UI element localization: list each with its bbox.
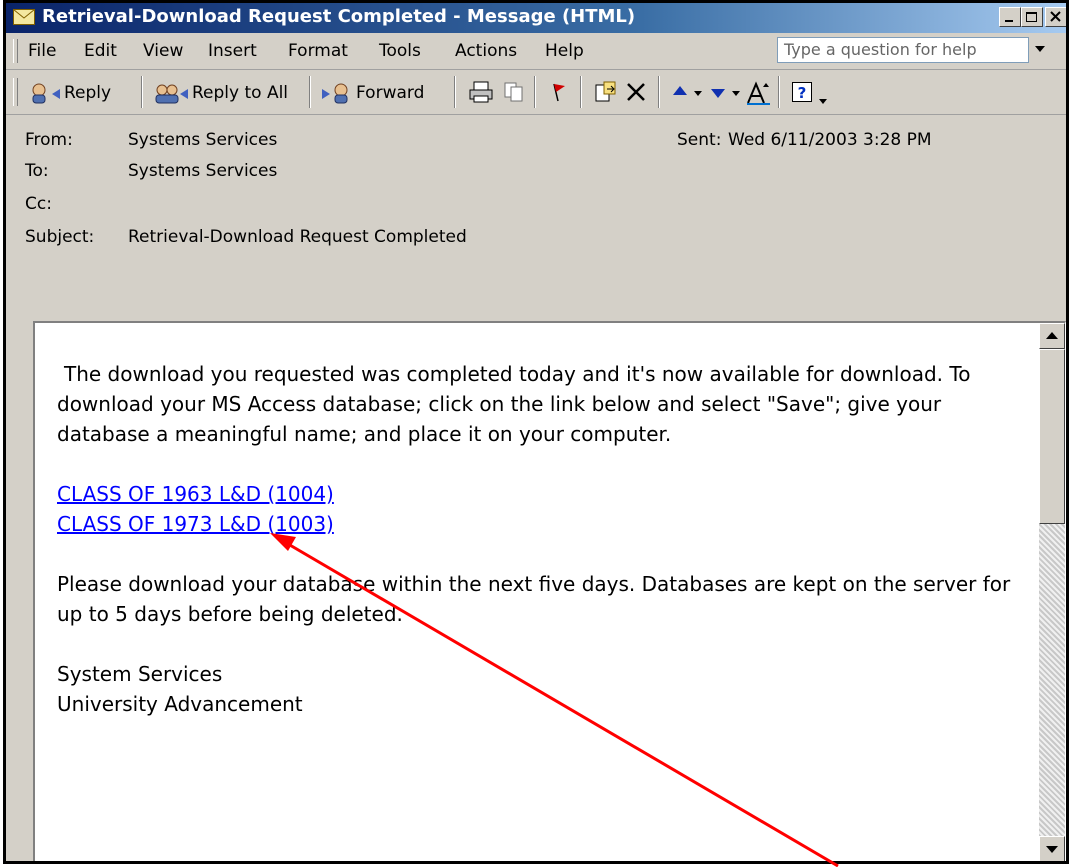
cc-label: Cc: (25, 194, 52, 214)
font-size-icon[interactable] (746, 80, 772, 106)
message-body[interactable]: The download you requested was completed… (33, 321, 1066, 861)
delete-icon[interactable] (624, 80, 648, 104)
standard-toolbar: Reply Reply to All Forward ? (6, 70, 1066, 115)
menu-view[interactable]: View (143, 41, 183, 61)
scroll-down-icon (1046, 846, 1058, 853)
scroll-thumb[interactable] (1039, 349, 1065, 524)
title-bar[interactable]: Retrieval-Download Request Completed - M… (6, 3, 1066, 33)
svg-text:?: ? (798, 84, 807, 102)
menu-edit[interactable]: Edit (84, 41, 117, 61)
move-to-folder-icon[interactable] (593, 80, 619, 104)
to-label: To: (25, 161, 49, 181)
previous-item-icon[interactable] (671, 80, 689, 104)
reply-icon (32, 83, 60, 104)
toolbar-separator (534, 76, 536, 108)
menu-file[interactable]: File (28, 41, 56, 61)
from-value[interactable]: Systems Services (128, 130, 277, 150)
from-label: From: (25, 130, 73, 150)
vertical-scrollbar[interactable] (1039, 323, 1065, 861)
help-placeholder: Type a question for help (784, 40, 977, 59)
subject-label: Subject: (25, 227, 95, 247)
menu-format[interactable]: Format (288, 41, 348, 61)
toolbar-grip[interactable] (13, 78, 18, 106)
subject-value: Retrieval-Download Request Completed (128, 227, 467, 247)
forward-button[interactable]: Forward (320, 80, 424, 106)
message-header: From: Systems Services To: Systems Servi… (6, 115, 1066, 313)
sent-value: Wed 6/11/2003 3:28 PM (728, 130, 932, 150)
signature-line-2: University Advancement (57, 692, 303, 716)
menu-insert[interactable]: Insert (208, 41, 257, 61)
reply-label: Reply (64, 83, 112, 103)
download-link-1973[interactable]: CLASS OF 1973 L&D (1003) (57, 512, 334, 536)
menu-actions[interactable]: Actions (455, 41, 517, 61)
body-paragraph-intro: The download you requested was completed… (57, 362, 971, 446)
close-button[interactable] (1045, 7, 1066, 27)
toolbar-options-icon[interactable] (819, 99, 827, 104)
forward-label: Forward (356, 83, 425, 103)
help-dropdown-icon[interactable] (1035, 46, 1045, 52)
envelope-icon (13, 9, 35, 25)
reply-button[interactable]: Reply (28, 80, 111, 106)
menu-bar: File Edit View Insert Format Tools Actio… (6, 33, 1066, 70)
minimize-button[interactable] (999, 7, 1021, 27)
toolbar-separator (580, 76, 582, 108)
message-content: The download you requested was completed… (57, 359, 1017, 719)
scroll-up-icon (1046, 332, 1058, 339)
download-link-1963[interactable]: CLASS OF 1963 L&D (1004) (57, 482, 334, 506)
menu-tools[interactable]: Tools (379, 41, 421, 61)
toolbar-separator (778, 76, 780, 108)
close-icon (1050, 11, 1061, 22)
reply-all-button[interactable]: Reply to All (152, 80, 288, 106)
maximize-button[interactable] (1021, 7, 1043, 27)
reply-all-label: Reply to All (192, 83, 289, 103)
menu-help[interactable]: Help (545, 41, 584, 61)
next-dropdown-icon[interactable] (732, 91, 740, 96)
reply-all-icon (155, 84, 188, 104)
help-icon[interactable]: ? (790, 80, 814, 104)
copy-icon[interactable] (502, 80, 526, 104)
previous-dropdown-icon[interactable] (694, 91, 702, 96)
print-icon[interactable] (468, 80, 494, 104)
body-paragraph-reminder: Please download your database within the… (57, 572, 1011, 626)
signature-line-1: System Services (57, 662, 223, 686)
scroll-down-button[interactable] (1039, 836, 1065, 861)
flag-icon[interactable] (546, 80, 570, 104)
scroll-up-button[interactable] (1039, 323, 1065, 349)
to-value[interactable]: Systems Services (128, 161, 277, 181)
window-title: Retrieval-Download Request Completed - M… (42, 6, 636, 27)
toolbar-separator (454, 76, 456, 108)
menu-grip[interactable] (13, 39, 18, 63)
minimize-icon (1005, 20, 1013, 22)
toolbar-separator (658, 76, 660, 108)
help-search-input[interactable]: Type a question for help (777, 37, 1029, 63)
sent-label: Sent: (677, 130, 722, 150)
forward-icon (322, 83, 348, 104)
next-item-icon[interactable] (709, 80, 727, 104)
message-window: Retrieval-Download Request Completed - M… (3, 0, 1069, 864)
toolbar-separator (141, 76, 143, 108)
maximize-icon (1026, 12, 1037, 22)
toolbar-separator (309, 76, 311, 108)
